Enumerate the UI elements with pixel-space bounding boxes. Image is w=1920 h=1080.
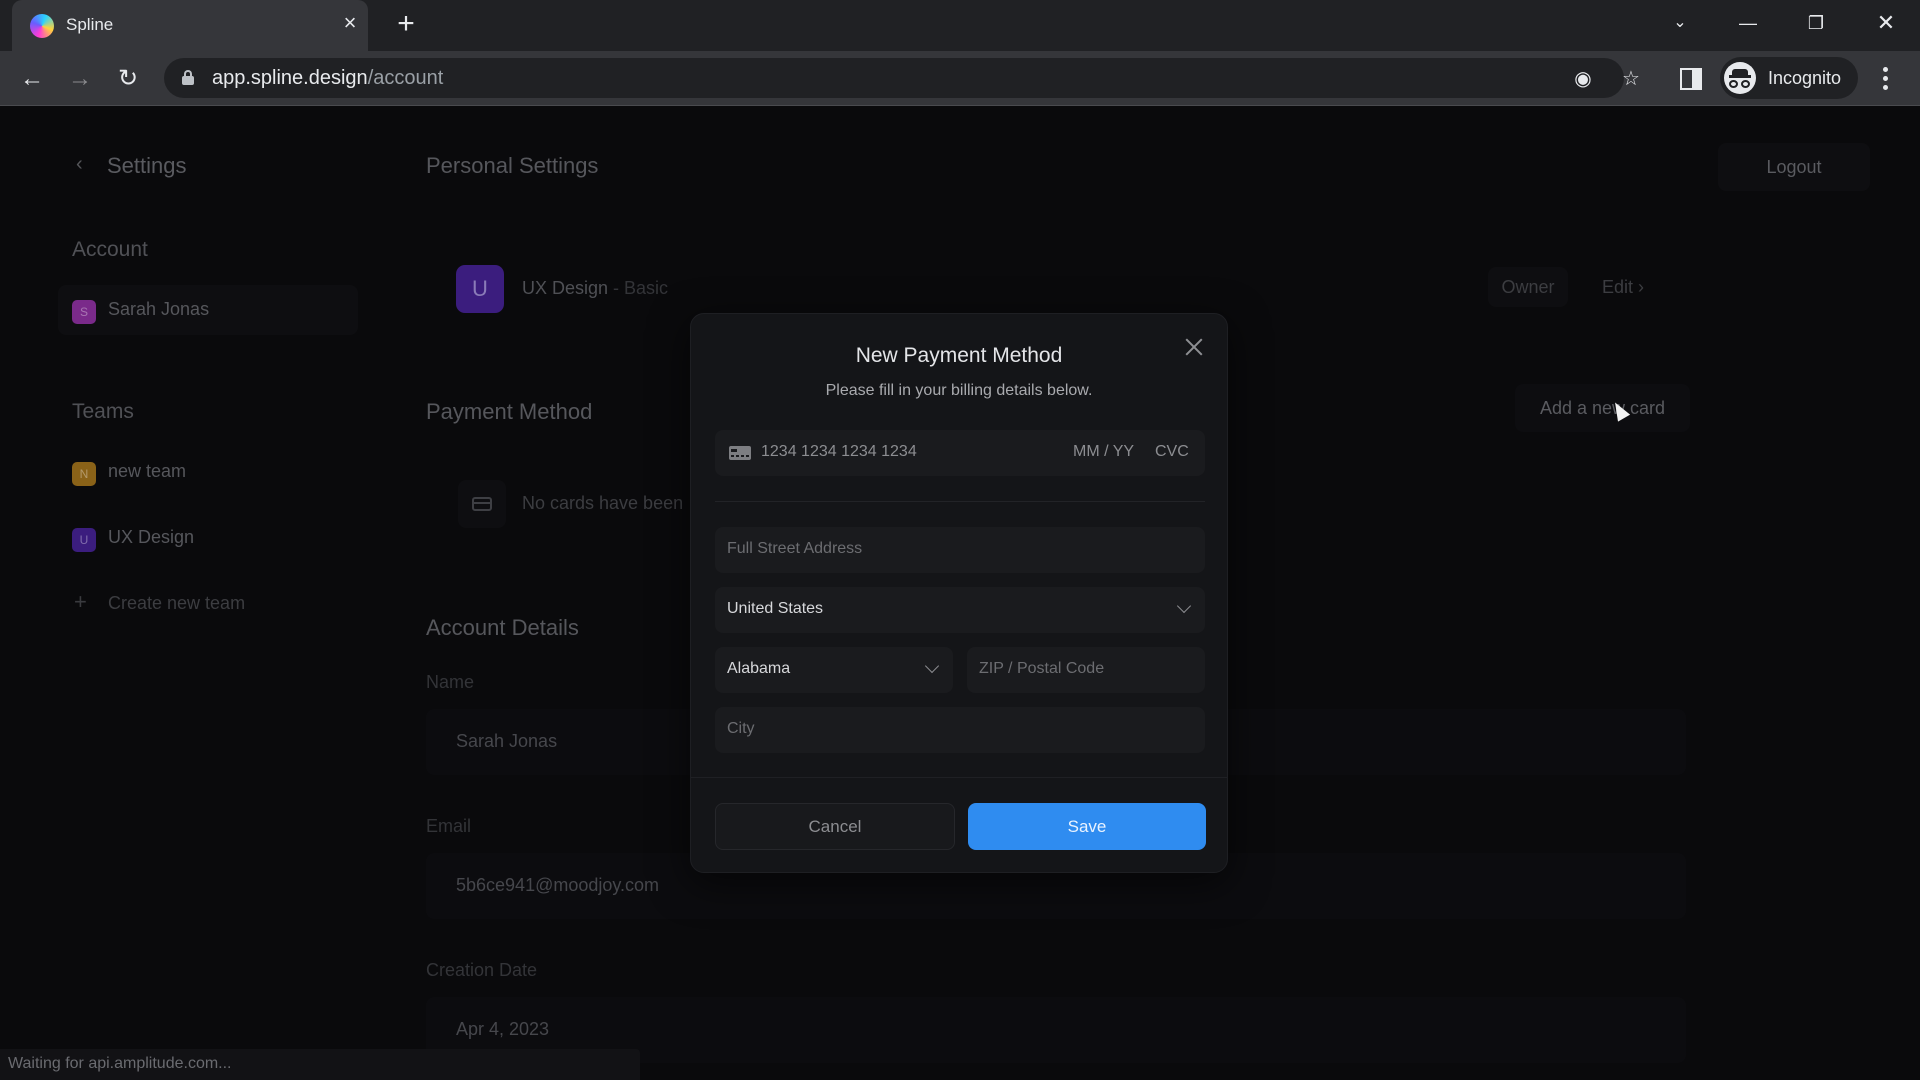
name-value: Sarah Jonas [456,731,558,751]
side-panel-icon[interactable] [1680,68,1702,90]
new-tab-plus-icon[interactable]: + [392,9,420,39]
team-avatar: U [456,265,504,313]
zip-input[interactable]: ZIP / Postal Code [967,647,1205,693]
tab-search-chevron-icon[interactable]: ⌄ [1660,8,1700,38]
team-name: UX Design - Basic [522,278,668,299]
address-bar[interactable]: app.spline.design/account ◉ ☆ [164,58,1640,98]
minimize-icon[interactable]: — [1728,8,1768,38]
card-icon-box [458,480,506,528]
edit-team-link[interactable]: Edit › [1602,267,1644,307]
sidebar-heading-teams: Teams [72,400,134,423]
card-details-input[interactable]: 1234 1234 1234 1234 MM / YY CVC [715,430,1205,476]
country-select[interactable]: United States [715,587,1205,633]
sidebar-item-label: new team [108,461,187,481]
close-icon[interactable] [1181,334,1207,360]
credit-card-icon [729,446,751,460]
zip-placeholder: ZIP / Postal Code [979,660,1105,677]
back-arrow-icon[interactable]: ← [16,63,48,95]
add-new-card-button[interactable]: Add a new card [1515,384,1690,432]
incognito-icon [1724,62,1756,94]
chevron-down-icon [1176,598,1192,614]
tab-close-icon[interactable]: × [338,11,362,35]
state-select[interactable]: Alabama [715,647,953,693]
restore-icon[interactable]: ❐ [1796,8,1836,38]
bookmark-star-icon[interactable]: ☆ [1618,66,1644,92]
footer-divider [691,777,1227,778]
incognito-profile-button[interactable]: Incognito [1720,57,1858,99]
back-chevron-icon[interactable]: ‹ [76,154,90,174]
team-avatar: N [72,462,96,486]
cvc-input[interactable]: CVC [1155,443,1189,461]
browser-tab-active[interactable]: Spline × [12,0,368,51]
lock-icon [182,70,194,85]
window-close-icon[interactable]: ✕ [1866,8,1906,38]
new-payment-method-dialog: New Payment Method Please fill in your b… [690,313,1228,873]
sidebar-title: Settings [107,153,187,178]
reload-icon[interactable]: ↻ [112,63,144,95]
url-host: app.spline.design [212,67,368,89]
edit-label: Edit [1602,277,1634,297]
sidebar-item-label: Sarah Jonas [108,299,210,319]
team-plan: - Basic [608,278,669,298]
create-new-team-button[interactable]: + Create new team [58,579,358,629]
address-toolbar: ← → ↻ app.spline.design/account ◉ ☆ Inco… [0,51,1920,106]
payment-method-heading: Payment Method [426,399,593,424]
team-name-text: UX Design [522,278,609,298]
plus-icon: + [74,589,87,614]
chevron-right-icon: › [1638,277,1645,297]
incognito-label: Incognito [1768,68,1842,88]
credit-card-icon [472,497,492,511]
country-value: United States [727,600,824,617]
logout-button[interactable]: Logout [1718,143,1870,191]
email-label: Email [426,816,472,836]
sidebar-item-ux-design[interactable]: U UX Design [58,513,358,563]
tracking-protection-eye-off-icon[interactable]: ◉ [1570,66,1596,92]
sidebar-item-label: UX Design [108,527,195,547]
card-number-input[interactable]: 1234 1234 1234 1234 [761,443,917,461]
tab-title: Spline [66,15,114,34]
state-value: Alabama [727,660,791,677]
url-text: app.spline.design/account [212,67,443,90]
city-input[interactable]: City [715,707,1205,753]
sidebar-item-new-team[interactable]: N new team [58,447,358,497]
spline-favicon-icon [30,14,54,38]
creation-date-label: Creation Date [426,960,538,980]
dialog-title: New Payment Method [855,344,1063,367]
team-avatar: U [72,528,96,552]
creation-date-value: Apr 4, 2023 [456,1019,550,1039]
cancel-button[interactable]: Cancel [715,803,955,850]
save-button[interactable]: Save [968,803,1206,850]
role-badge: Owner [1488,267,1568,307]
create-team-label: Create new team [108,593,246,613]
chevron-down-icon [924,658,940,674]
forward-arrow-icon[interactable]: → [64,63,96,95]
browser-status-bar: Waiting for api.amplitude.com... [0,1049,640,1080]
email-value: 5b6ce941@moodjoy.com [456,875,660,895]
url-path: /account [367,67,444,89]
account-details-heading: Account Details [426,615,579,640]
personal-settings-heading: Personal Settings [426,153,599,178]
sidebar-heading-account: Account [72,238,148,261]
user-avatar: S [72,300,96,324]
city-placeholder: City [727,720,755,737]
no-cards-text: No cards have been [522,493,684,513]
sidebar-item-sarah-jonas[interactable]: S Sarah Jonas [58,285,358,335]
browser-tab-bar: Spline × + ⌄ — ❐ ✕ [0,0,1920,51]
dialog-subtitle: Please fill in your billing details belo… [825,382,1093,399]
expiry-input[interactable]: MM / YY [1073,443,1134,461]
name-label: Name [426,672,475,692]
browser-menu-icon[interactable] [1876,65,1896,93]
divider [715,501,1205,502]
street-address-input[interactable]: Full Street Address [715,527,1205,573]
street-address-placeholder: Full Street Address [727,540,863,557]
